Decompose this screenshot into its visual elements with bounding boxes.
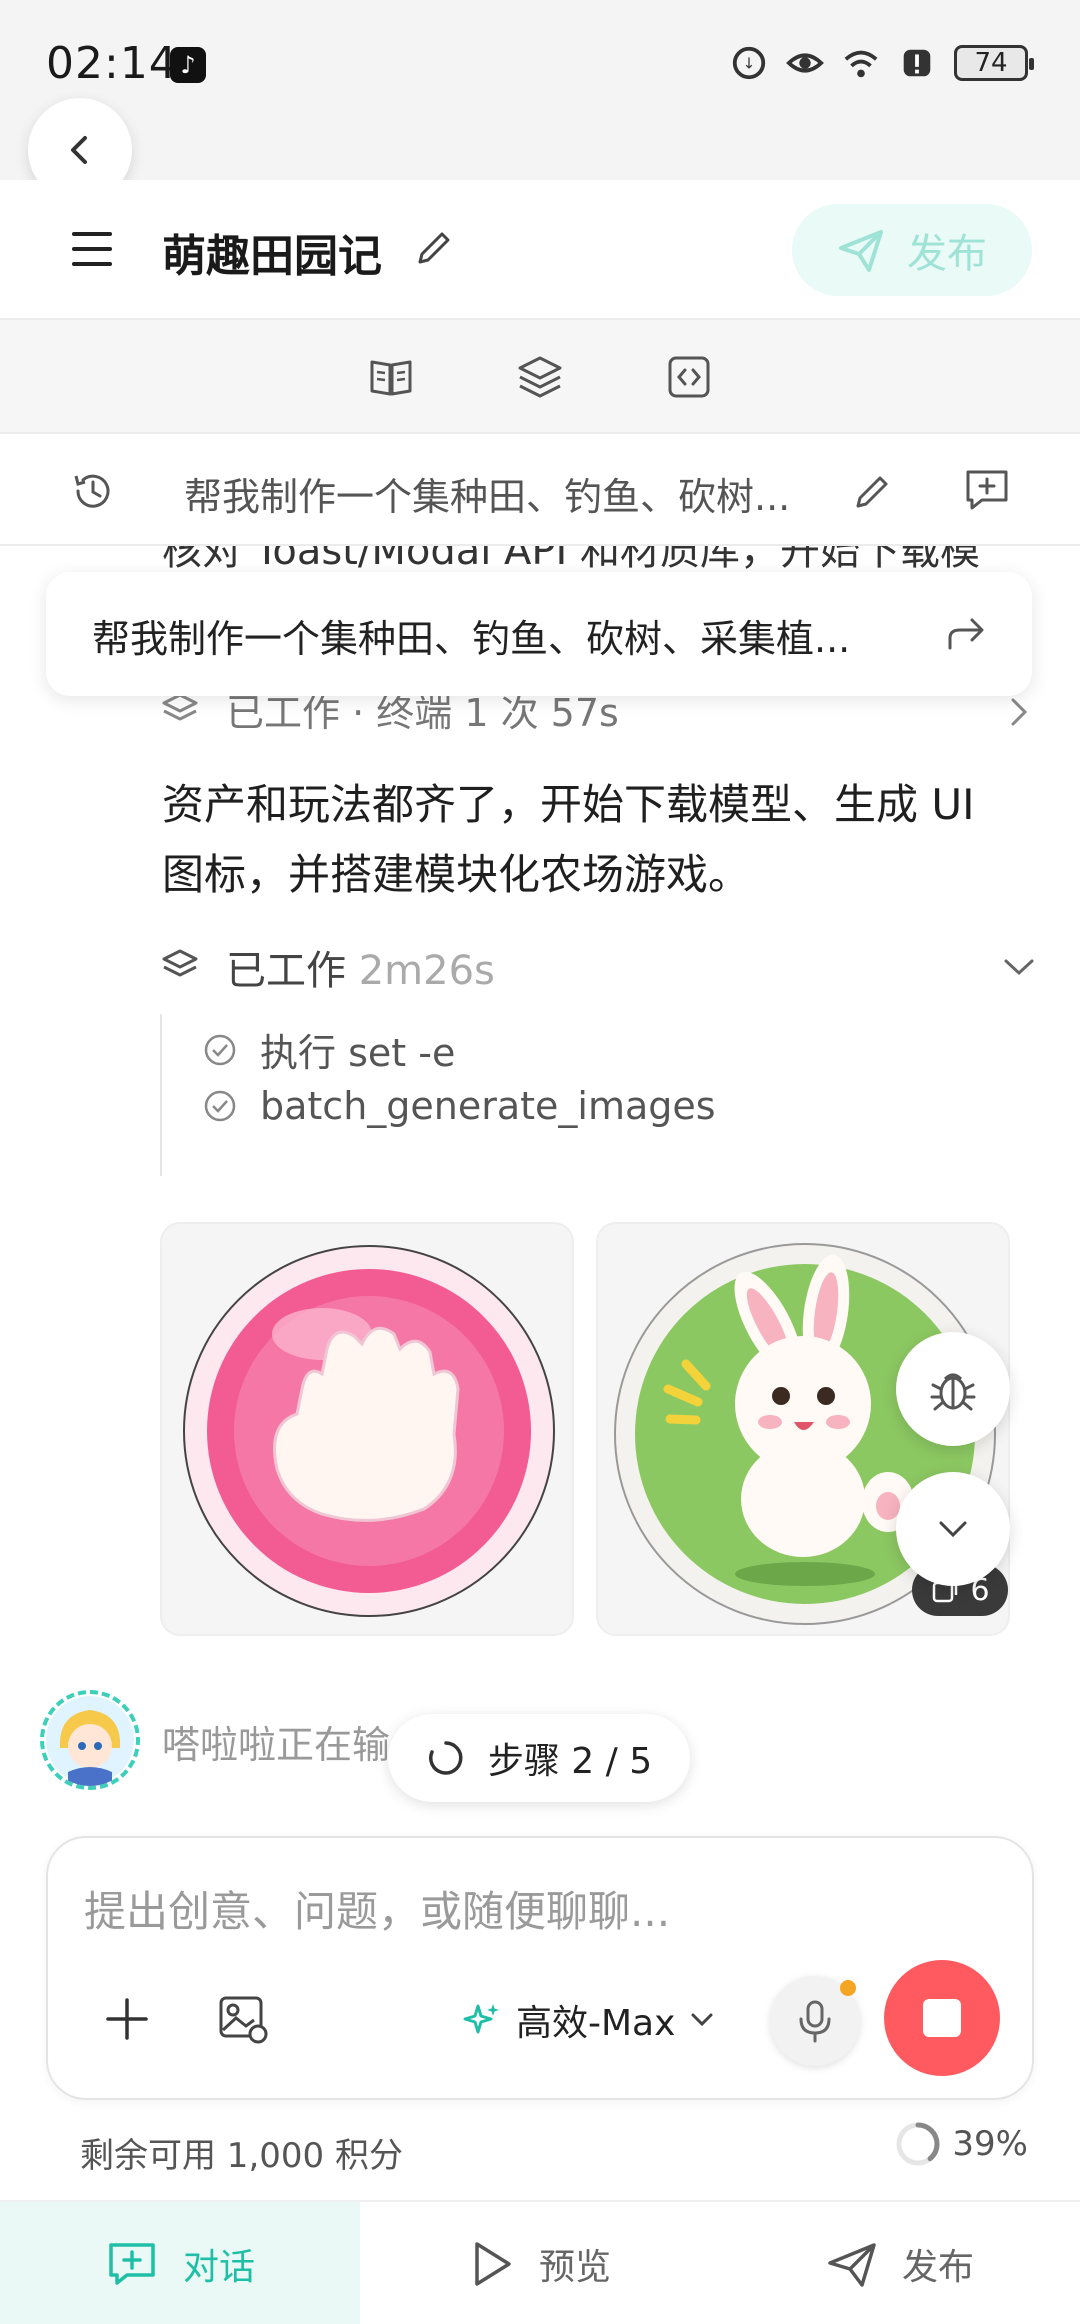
nav-preview[interactable]: 预览 — [360, 2202, 720, 2324]
eye-icon — [786, 53, 824, 73]
stop-icon — [923, 1999, 961, 2037]
step-item[interactable]: 执行 set -e — [202, 1022, 455, 1077]
loading-spinner-icon — [428, 1741, 463, 1775]
edit-title-icon[interactable] — [412, 226, 456, 270]
model-selector[interactable]: 高效-Max — [462, 1994, 715, 2046]
microphone-icon — [799, 2000, 831, 2043]
layers-icon[interactable] — [515, 352, 565, 402]
status-icons: ↓ 74 — [730, 44, 1034, 82]
clock: 02:14 — [46, 38, 178, 89]
debug-button[interactable] — [896, 1332, 1010, 1446]
step-label: 执行 set -e — [260, 1031, 456, 1075]
layers-icon — [162, 693, 198, 721]
view-toolbar — [0, 320, 1080, 434]
stop-generation-button[interactable] — [884, 1960, 1000, 2076]
floating-prompt-text: 帮我制作一个集种田、钓鱼、砍树、采集植... — [92, 617, 851, 661]
step-label: batch_generate_images — [260, 1084, 716, 1128]
check-circle-icon — [204, 1034, 236, 1065]
status-bar: 02:14 ♪ ↓ 74 — [0, 0, 1080, 180]
image-settings-icon[interactable] — [216, 1992, 270, 2046]
scroll-down-button[interactable] — [896, 1472, 1010, 1586]
publish-label: 发布 — [907, 231, 987, 277]
generated-image-paw-button[interactable] — [160, 1222, 574, 1636]
layers-icon — [162, 949, 198, 977]
play-icon — [475, 2242, 511, 2286]
project-title: 萌趣田园记 — [162, 231, 382, 282]
send-icon — [828, 2243, 876, 2287]
step-item[interactable]: batch_generate_images — [202, 1084, 716, 1128]
chat-bubble-icon — [109, 2243, 155, 2285]
worked-section-header[interactable]: 已工作 2m26s — [226, 938, 495, 996]
book-icon[interactable] — [366, 352, 416, 402]
plus-icon[interactable] — [104, 1996, 150, 2042]
nav-publish[interactable]: 发布 — [720, 2202, 1080, 2324]
publish-button[interactable]: 发布 — [792, 204, 1032, 296]
new-chat-icon[interactable] — [962, 466, 1012, 514]
history-icon[interactable] — [70, 468, 116, 514]
tiktok-notification-icon: ♪ — [170, 47, 206, 83]
bottom-navigation: 对话 预览 发布 — [0, 2200, 1080, 2324]
nav-preview-label: 预览 — [538, 2247, 611, 2288]
send-icon — [839, 230, 883, 272]
nav-chat-label: 对话 — [182, 2247, 255, 2288]
assistant-message: 资产和玩法都齐了，开始下载模型、生成 UI 图标，并搭建模块化农场游戏。 — [162, 780, 975, 899]
current-prompt[interactable]: 帮我制作一个集种田、钓鱼、砍树... — [184, 466, 834, 521]
remaining-credits: 剩余可用 1,000 积分 — [80, 2136, 403, 2176]
worked-duration: 2m26s — [358, 948, 495, 994]
check-circle-icon — [204, 1090, 236, 1122]
bug-icon — [930, 1373, 976, 1411]
code-icon[interactable] — [664, 352, 714, 402]
model-name: 高效-Max — [516, 2003, 676, 2044]
voice-input-button[interactable] — [770, 1976, 860, 2066]
context-usage-label: 39% — [952, 2124, 1028, 2164]
progress-ring — [896, 2122, 940, 2166]
worked-label: 已工作 — [226, 948, 346, 994]
alert-icon — [903, 49, 931, 77]
step-progress-pill: 步骤 2 / 5 — [388, 1714, 690, 1802]
paw-button-image — [183, 1245, 555, 1617]
chevron-down-icon — [939, 1521, 967, 1538]
edit-prompt-icon[interactable] — [852, 470, 894, 512]
chat-composer: 提出创意、问题，或随便聊聊... 高效-Max — [46, 1836, 1034, 2100]
agent-avatar — [40, 1690, 140, 1790]
prompt-bar: 帮我制作一个集种田、钓鱼、砍树... — [0, 434, 1080, 546]
wifi-icon — [844, 50, 878, 78]
step-progress-label: 步骤 2 / 5 — [487, 1741, 653, 1782]
app-header: 萌趣田园记 发布 — [0, 180, 1080, 320]
sparkle-icon — [463, 2004, 499, 2034]
chevron-left-icon — [71, 136, 87, 164]
nav-chat[interactable]: 对话 — [0, 2202, 360, 2324]
battery-indicator: 74 — [954, 45, 1034, 81]
chevron-down-icon — [691, 2013, 713, 2027]
chevron-right-icon[interactable] — [1008, 696, 1030, 728]
jump-to-icon[interactable] — [944, 614, 988, 654]
nav-publish-label: 发布 — [901, 2247, 974, 2288]
data-saver-icon: ↓ — [732, 46, 766, 80]
work-steps: 执行 set -e batch_generate_images — [160, 1014, 760, 1176]
chevron-down-icon[interactable] — [1002, 956, 1036, 978]
context-usage[interactable]: 39% — [894, 2120, 1028, 2168]
floating-prompt-card[interactable]: 帮我制作一个集种田、钓鱼、砍树、采集植... — [46, 572, 1032, 696]
notification-dot — [840, 1980, 856, 1996]
menu-icon[interactable] — [72, 232, 112, 266]
chat-content[interactable]: 核对 Toast/Modal API 和材质库，开始下载模 已工作 · 终端 1… — [0, 546, 1080, 1836]
message-input[interactable]: 提出创意、问题，或随便聊聊... — [84, 1878, 670, 1939]
svg-text:↓: ↓ — [743, 55, 756, 73]
agent-status-text: 嗒啦啦正在输 — [162, 1723, 391, 1767]
